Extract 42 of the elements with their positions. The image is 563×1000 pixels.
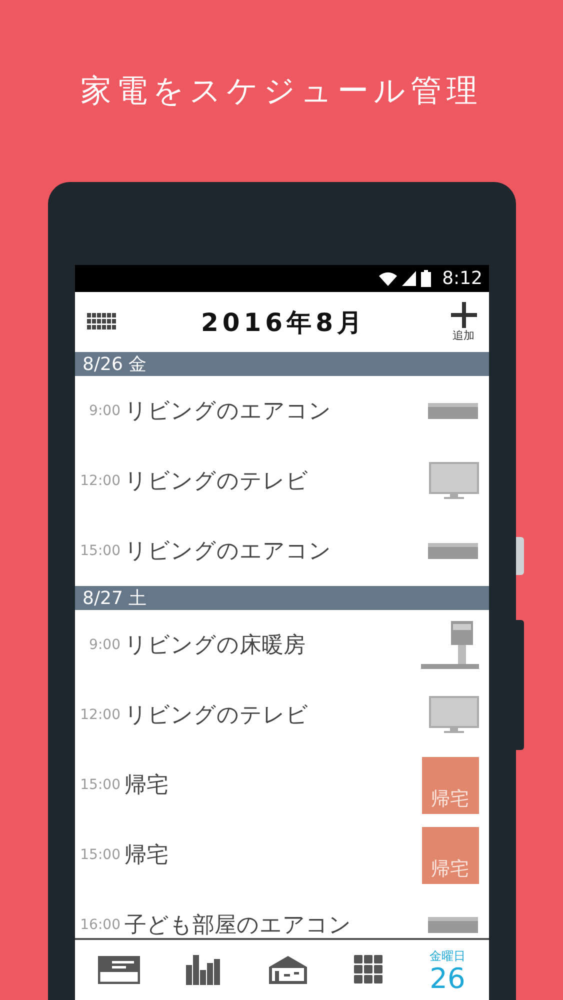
event-time: 15:00 xyxy=(79,543,120,559)
event-time: 12:00 xyxy=(79,473,120,489)
headline: 家電をスケジュール管理 xyxy=(80,72,482,111)
house-icon xyxy=(268,955,308,985)
nav-tab[interactable] xyxy=(186,955,222,985)
event-time: 15:00 xyxy=(79,847,120,863)
air-conditioner-icon xyxy=(426,916,478,934)
event-title[interactable]: リビングのテレビ xyxy=(124,466,428,496)
clock: 8:12 xyxy=(442,268,482,289)
event-title[interactable]: リビングの床暖房 xyxy=(124,630,420,660)
event-title[interactable]: 子ども部屋のエアコン xyxy=(124,910,426,938)
add-button[interactable]: 追加 xyxy=(450,302,476,342)
event-time: 9:00 xyxy=(88,637,120,653)
event-time: 12:00 xyxy=(79,707,120,723)
return-home-badge: 帰宅 xyxy=(422,826,478,884)
return-home-badge: 帰宅 xyxy=(422,756,478,814)
battery-icon xyxy=(421,270,432,287)
tv-icon xyxy=(428,462,478,500)
wifi-icon xyxy=(379,272,398,286)
event-time: 9:00 xyxy=(88,403,120,419)
event-title[interactable]: 帰宅 xyxy=(124,840,422,870)
signal-icon xyxy=(402,271,416,286)
air-conditioner-icon xyxy=(426,402,478,420)
date-header: 8/27 土 xyxy=(74,586,488,610)
event-title[interactable]: 帰宅 xyxy=(124,770,422,800)
calendar-grid-icon[interactable] xyxy=(86,313,116,331)
nav-tab[interactable] xyxy=(268,955,308,985)
grid-icon xyxy=(354,955,384,985)
floor-heater-icon xyxy=(420,619,478,671)
month-title: 2016年8月 xyxy=(200,306,367,338)
date-header: 8/26 金 xyxy=(74,352,488,376)
event-time: 15:00 xyxy=(79,777,120,793)
event-time: 16:00 xyxy=(79,917,120,933)
nav-tab[interactable] xyxy=(354,955,384,985)
card-icon xyxy=(98,956,140,984)
event-title[interactable]: リビングのエアコン xyxy=(124,536,426,566)
event-title[interactable]: リビングのテレビ xyxy=(124,700,428,730)
nav-tab[interactable] xyxy=(98,956,140,984)
bar-chart-icon xyxy=(186,955,222,985)
air-conditioner-icon xyxy=(426,542,478,560)
tv-icon xyxy=(428,696,478,734)
event-title[interactable]: リビングのエアコン xyxy=(124,396,426,426)
